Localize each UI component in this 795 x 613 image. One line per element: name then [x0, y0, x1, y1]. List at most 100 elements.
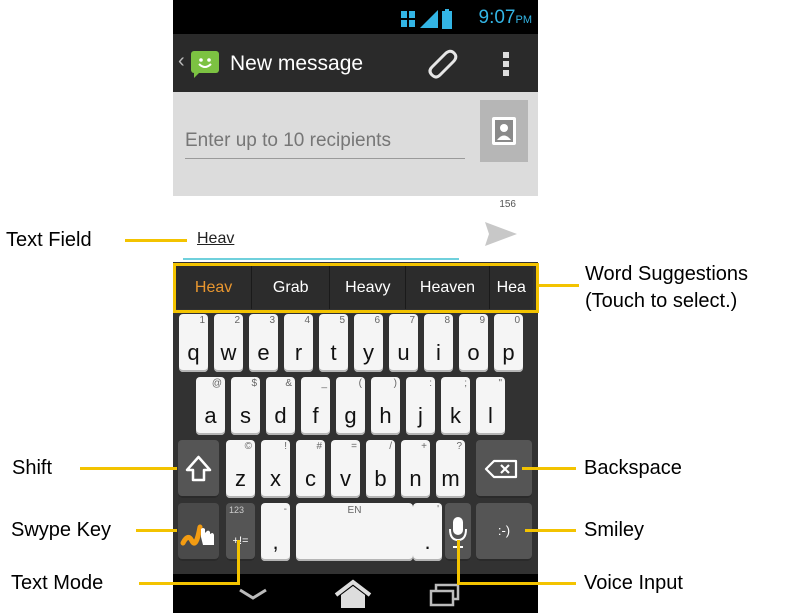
message-text: Heav — [197, 230, 235, 247]
callout-word-suggestions-line — [537, 284, 579, 287]
text-mode-hint: 123 — [229, 505, 245, 515]
key-p[interactable]: 0p — [494, 314, 523, 372]
callout-voice-input-line — [457, 582, 576, 585]
key-letter: v — [340, 466, 351, 491]
status-icons — [400, 9, 452, 29]
key-g[interactable]: (g — [336, 377, 365, 435]
key-a[interactable]: @ a — [196, 377, 225, 435]
key-c[interactable]: # c — [296, 440, 325, 498]
key-hint: / — [389, 441, 392, 452]
key-comma[interactable]: -, — [261, 503, 290, 561]
key-j[interactable]: :j — [406, 377, 435, 435]
key-hint: - — [283, 504, 287, 515]
key-l[interactable]: " l — [476, 377, 505, 435]
recipients-input[interactable]: Enter up to 10 recipients — [185, 130, 465, 159]
swype-logo-icon — [180, 524, 214, 546]
signal-icon — [420, 10, 438, 28]
key-q[interactable]: 1q — [179, 314, 208, 372]
key-e[interactable]: 3e — [249, 314, 278, 372]
key-hint: ' — [437, 504, 439, 515]
messaging-app-icon[interactable] — [190, 49, 220, 79]
key-r[interactable]: 4r — [284, 314, 313, 372]
key-hint: 5 — [339, 315, 345, 326]
attach-icon[interactable] — [425, 46, 459, 80]
hide-keyboard-icon[interactable] — [238, 587, 268, 601]
callout-text-field-label: Text Field — [6, 229, 92, 251]
home-icon[interactable] — [332, 578, 374, 610]
key-k[interactable]: ; k — [441, 377, 470, 435]
contacts-button[interactable] — [480, 100, 528, 162]
key-hint: 4 — [304, 315, 310, 326]
callout-text-mode-line — [139, 582, 240, 585]
key-w[interactable]: 2w — [214, 314, 243, 372]
overflow-menu-icon[interactable] — [501, 51, 511, 77]
key-hint: ; — [464, 378, 467, 389]
key-letter: g — [344, 403, 357, 428]
space-key[interactable]: EN — [296, 503, 413, 561]
key-letter: , — [272, 529, 279, 554]
key-period[interactable]: '. — [413, 503, 442, 561]
battery-icon — [442, 9, 452, 29]
clock-ampm: PM — [515, 14, 533, 26]
key-u[interactable]: 7u — [389, 314, 418, 372]
key-h[interactable]: ) h — [371, 377, 400, 435]
key-s[interactable]: $ s — [231, 377, 260, 435]
key-letter: o — [467, 340, 480, 365]
key-hint: ! — [284, 441, 287, 452]
key-hint: # — [316, 441, 322, 452]
recent-apps-icon[interactable] — [428, 582, 462, 608]
recipients-area: Enter up to 10 recipients — [173, 92, 538, 196]
key-z[interactable]: © z — [226, 440, 255, 498]
key-b[interactable]: / b — [366, 440, 395, 498]
page-title: New message — [230, 52, 364, 75]
word-suggestions-highlight — [173, 263, 539, 313]
key-hint: 1 — [199, 315, 205, 326]
callout-word-suggestions-sublabel: (Touch to select.) — [585, 290, 738, 312]
message-text-field[interactable]: Heav — [183, 218, 459, 260]
text-mode-label: +!= — [232, 535, 249, 547]
space-language-hint: EN — [347, 505, 362, 516]
key-letter: . — [424, 529, 431, 554]
key-hint: 8 — [444, 315, 450, 326]
key-hint: " — [498, 378, 502, 389]
callout-text-mode-label: Text Mode — [11, 572, 104, 594]
smiley-label: :-) — [497, 523, 511, 538]
callout-shift-label: Shift — [12, 457, 53, 479]
key-f[interactable]: _ f — [301, 377, 330, 435]
key-letter: j — [418, 403, 423, 428]
key-hint: 9 — [479, 315, 485, 326]
key-i[interactable]: 8i — [424, 314, 453, 372]
key-letter: f — [312, 403, 319, 428]
key-d[interactable]: & d — [266, 377, 295, 435]
shift-arrow-icon — [185, 455, 212, 482]
back-chevron-icon[interactable]: ‹ — [178, 50, 185, 73]
key-letter: l — [488, 403, 493, 428]
text-mode-key[interactable]: 123 +!= — [226, 503, 255, 561]
key-o[interactable]: 9o — [459, 314, 488, 372]
key-n[interactable]: + n — [401, 440, 430, 498]
callout-backspace-line — [522, 467, 576, 470]
callout-shift-line — [80, 467, 177, 470]
smiley-key[interactable]: :-) — [476, 503, 532, 561]
key-m[interactable]: ? m — [436, 440, 465, 498]
send-icon[interactable] — [483, 220, 519, 248]
key-hint: + — [421, 441, 427, 452]
callout-swype-key-label: Swype Key — [11, 519, 112, 541]
key-letter: a — [204, 403, 217, 428]
compose-area: 156 Heav — [173, 196, 538, 262]
key-letter: b — [374, 466, 387, 491]
callout-swype-key-line — [136, 529, 177, 532]
status-bar: 9:07PM — [173, 0, 538, 34]
key-hint: © — [244, 441, 252, 452]
key-letter: x — [270, 466, 281, 491]
key-hint: 0 — [514, 315, 520, 326]
shift-key[interactable] — [178, 440, 219, 498]
key-y[interactable]: 6y — [354, 314, 383, 372]
key-t[interactable]: 5t — [319, 314, 348, 372]
key-v[interactable]: = v — [331, 440, 360, 498]
swype-key[interactable] — [178, 503, 219, 561]
key-hint: 6 — [374, 315, 380, 326]
callout-text-mode-vline — [237, 540, 240, 585]
key-x[interactable]: ! x — [261, 440, 290, 498]
callout-text-field-line — [125, 239, 187, 242]
